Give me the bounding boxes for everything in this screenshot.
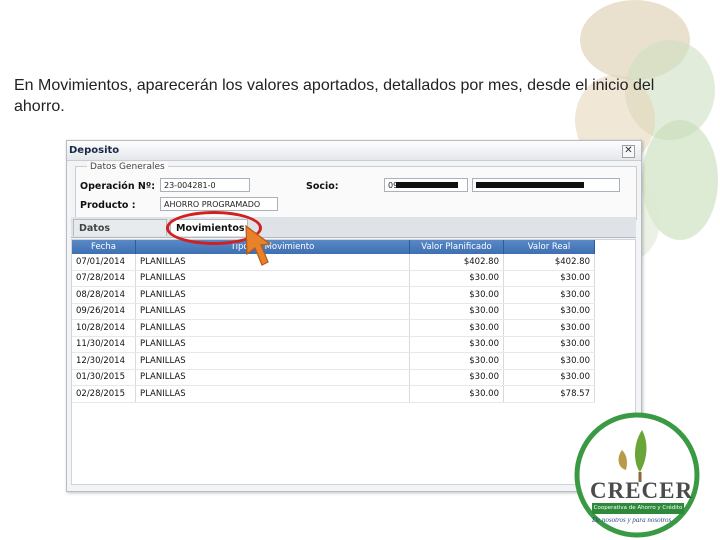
cell-planificado: $402.80 (409, 254, 504, 271)
cell-tipo: PLANILLAS (135, 336, 410, 353)
cell-fecha: 07/01/2014 (72, 254, 136, 271)
cell-fecha: 01/30/2015 (72, 369, 136, 386)
cell-fecha: 07/28/2014 (72, 270, 136, 287)
col-header-fecha[interactable]: Fecha (72, 240, 136, 254)
cell-real: $30.00 (503, 303, 595, 320)
arrow-cursor-icon (245, 224, 272, 266)
close-icon[interactable]: ✕ (622, 145, 635, 158)
datos-generales-group: Datos Generales Operación Nº: 23-004281-… (75, 162, 637, 220)
cell-planificado: $30.00 (409, 336, 504, 353)
cell-fecha: 10/28/2014 (72, 319, 136, 337)
cell-tipo: PLANILLAS (135, 303, 410, 320)
table-row[interactable]: 12/30/2014 PLANILLAS $30.00 $30.00 (72, 352, 595, 370)
cell-tipo: PLANILLAS (135, 352, 410, 370)
col-header-real[interactable]: Valor Real (503, 240, 595, 254)
redacted-socio-id (396, 182, 458, 188)
movimientos-table: Fecha Tipo de Movimiento Valor Planifica… (72, 240, 595, 403)
table-row[interactable]: 08/28/2014 PLANILLAS $30.00 $30.00 (72, 286, 595, 304)
cell-real: $30.00 (503, 270, 595, 287)
cell-real: $402.80 (503, 254, 595, 271)
cell-fecha: 02/28/2015 (72, 385, 136, 403)
cell-planificado: $30.00 (409, 385, 504, 403)
cell-real: $30.00 (503, 369, 595, 386)
redacted-socio-name (476, 182, 584, 188)
table-row[interactable]: 01/30/2015 PLANILLAS $30.00 $30.00 (72, 369, 595, 386)
cell-tipo: PLANILLAS (135, 286, 410, 304)
slide-caption: En Movimientos, aparecerán los valores a… (14, 77, 655, 115)
table-row[interactable]: 07/28/2014 PLANILLAS $30.00 $30.00 (72, 270, 595, 287)
cell-tipo: PLANILLAS (135, 385, 410, 403)
tab-datos-generales[interactable]: Datos Generales (73, 219, 167, 251)
cell-tipo: PLANILLAS (135, 270, 410, 287)
table-row[interactable]: 11/30/2014 PLANILLAS $30.00 $30.00 (72, 336, 595, 353)
cell-fecha: 12/30/2014 (72, 352, 136, 370)
cell-tipo: PLANILLAS (135, 319, 410, 337)
cell-real: $78.57 (503, 385, 595, 403)
dialog-title: Deposito (69, 145, 120, 156)
producto-field[interactable]: AHORRO PROGRAMADO (160, 197, 278, 211)
operacion-field[interactable]: 23-004281-0 (160, 178, 250, 192)
cell-planificado: $30.00 (409, 303, 504, 320)
operacion-label: Operación Nº: (80, 181, 156, 192)
cell-real: $30.00 (503, 319, 595, 337)
cell-real: $30.00 (503, 336, 595, 353)
logo-wordmark: CRECER (590, 478, 694, 503)
table-row[interactable]: 02/28/2015 PLANILLAS $30.00 $78.57 (72, 385, 595, 403)
table-row[interactable]: 09/26/2014 PLANILLAS $30.00 $30.00 (72, 303, 595, 320)
cell-fecha: 11/30/2014 (72, 336, 136, 353)
movimientos-grid: Fecha Tipo de Movimiento Valor Planifica… (71, 239, 636, 485)
logo-subtitle: Cooperativa de Ahorro y Crédito (592, 503, 684, 514)
cell-planificado: $30.00 (409, 352, 504, 370)
cell-real: $30.00 (503, 352, 595, 370)
cell-fecha: 09/26/2014 (72, 303, 136, 320)
socio-label: Socio: (306, 181, 339, 192)
cell-planificado: $30.00 (409, 286, 504, 304)
cell-planificado: $30.00 (409, 369, 504, 386)
tab-bar: Datos Generales Movimientos (71, 217, 636, 251)
cell-planificado: $30.00 (409, 270, 504, 287)
table-row[interactable]: 07/01/2014 PLANILLAS $402.80 $402.80 (72, 254, 595, 271)
cell-planificado: $30.00 (409, 319, 504, 337)
cell-real: $30.00 (503, 286, 595, 304)
cell-tipo: PLANILLAS (135, 369, 410, 386)
cell-fecha: 08/28/2014 (72, 286, 136, 304)
deposito-dialog: Deposito ✕ Datos Generales Operación Nº:… (66, 140, 642, 492)
group-legend: Datos Generales (87, 162, 168, 172)
producto-label: Producto : (80, 200, 136, 211)
col-header-planificado[interactable]: Valor Planificado (409, 240, 504, 254)
logo-slogan: De nosotros y para nosotros (592, 516, 672, 524)
table-row[interactable]: 10/28/2014 PLANILLAS $30.00 $30.00 (72, 319, 595, 337)
dialog-titlebar: Deposito ✕ (67, 141, 641, 161)
table-header-row: Fecha Tipo de Movimiento Valor Planifica… (72, 240, 595, 254)
